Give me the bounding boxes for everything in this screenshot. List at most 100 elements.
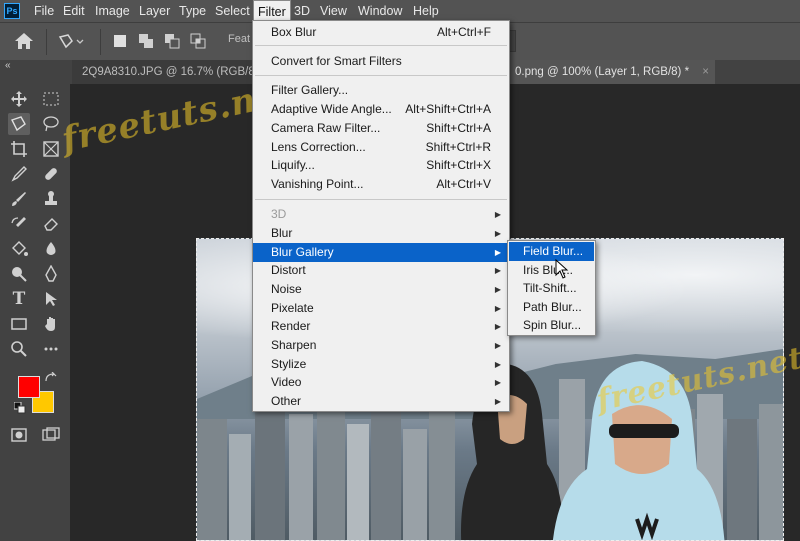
feather-label: Feat: [228, 33, 251, 45]
menu-item-distort[interactable]: Distort ▶: [253, 261, 509, 280]
quick-mask-icon[interactable]: [8, 424, 30, 446]
pen-tool-icon[interactable]: [40, 263, 62, 285]
home-icon[interactable]: [14, 32, 34, 50]
marquee-tool-icon[interactable]: [40, 88, 62, 110]
submenu-arrow-icon: ▶: [494, 397, 501, 406]
subtract-from-selection-icon[interactable]: [164, 33, 180, 49]
menu-separator: [255, 45, 507, 46]
add-to-selection-icon[interactable]: [138, 33, 154, 49]
menu-item-label: Convert for Smart Filters: [271, 54, 402, 68]
menu-item-render[interactable]: Render ▶: [253, 317, 509, 336]
menu-item-box-blur[interactable]: Box Blur Alt+Ctrl+F: [253, 23, 509, 42]
intersect-selection-icon[interactable]: [190, 33, 206, 49]
menu-3d[interactable]: 3D: [294, 0, 310, 22]
menu-item-liquify[interactable]: Liquify... Shift+Ctrl+X: [253, 156, 509, 175]
tab-document-2[interactable]: 0.png @ 100% (Layer 1, RGB/8) * ×: [505, 60, 715, 84]
blur-tool-icon[interactable]: [40, 238, 62, 260]
submenu-arrow-icon: ▶: [494, 229, 501, 238]
filter-menu: Box Blur Alt+Ctrl+F Convert for Smart Fil…: [252, 20, 510, 412]
submenu-item-field-blur[interactable]: Field Blur...: [509, 242, 594, 261]
default-colors-icon[interactable]: [14, 402, 26, 414]
menu-item-lens-correction[interactable]: Lens Correction... Shift+Ctrl+R: [253, 138, 509, 157]
more-tools-icon[interactable]: [40, 338, 62, 360]
menu-help[interactable]: Help: [413, 0, 439, 22]
submenu-arrow-icon: ▶: [494, 304, 501, 313]
submenu-arrow-icon: ▶: [494, 378, 501, 387]
menu-item-stylize[interactable]: Stylize ▶: [253, 355, 509, 374]
menu-item-label: Vanishing Point...: [271, 177, 364, 191]
dodge-tool-icon[interactable]: [8, 263, 30, 285]
submenu-arrow-icon: ▶: [494, 360, 501, 369]
submenu-arrow-icon: ▶: [494, 341, 501, 350]
healing-brush-icon[interactable]: [40, 163, 62, 185]
options-divider: [100, 29, 101, 55]
menu-item-other[interactable]: Other ▶: [253, 392, 509, 411]
history-brush-icon[interactable]: [8, 213, 30, 235]
frame-tool-icon[interactable]: [40, 138, 62, 160]
menu-window[interactable]: Window: [358, 0, 402, 22]
eraser-tool-icon[interactable]: [40, 213, 62, 235]
menu-item-blur-gallery[interactable]: Blur Gallery ▶: [253, 243, 509, 262]
screen-mode-icon[interactable]: [40, 424, 62, 446]
move-tool-icon[interactable]: [8, 88, 30, 110]
menu-bar: Ps File Edit Image Layer Type Select Fil…: [0, 0, 800, 22]
menu-item-camera-raw-filter[interactable]: Camera Raw Filter... Shift+Ctrl+A: [253, 119, 509, 138]
collapse-panel-icon[interactable]: «: [5, 60, 11, 71]
hand-tool-icon[interactable]: [40, 313, 62, 335]
menu-item-shortcut: Alt+Ctrl+V: [436, 177, 491, 191]
quick-selection-icon[interactable]: [8, 113, 30, 135]
submenu-arrow-icon: ▶: [494, 210, 501, 219]
menu-item-label: Filter Gallery...: [271, 83, 349, 97]
menu-layer[interactable]: Layer: [139, 0, 170, 22]
menu-item-shortcut: Alt+Shift+Ctrl+A: [405, 102, 491, 116]
swap-colors-icon[interactable]: [44, 372, 58, 384]
menu-item-sharpen[interactable]: Sharpen ▶: [253, 336, 509, 355]
menu-item-3d: 3D ▶: [253, 205, 509, 224]
menu-item-adaptive-wide-angle[interactable]: Adaptive Wide Angle... Alt+Shift+Ctrl+A: [253, 100, 509, 119]
submenu-item-label: Spin Blur...: [523, 318, 582, 332]
submenu-item-label: Tilt-Shift...: [523, 281, 577, 295]
menu-select[interactable]: Select: [215, 0, 250, 22]
menu-item-convert-smart-filters[interactable]: Convert for Smart Filters: [253, 52, 509, 71]
submenu-arrow-icon: ▶: [494, 322, 501, 331]
submenu-item-iris-blur[interactable]: Iris Blur...: [509, 261, 594, 280]
menu-item-label: Blur: [271, 226, 293, 240]
type-tool-icon[interactable]: T: [8, 288, 30, 310]
crop-tool-icon[interactable]: [8, 138, 30, 160]
submenu-item-path-blur[interactable]: Path Blur...: [509, 298, 594, 317]
close-icon[interactable]: ×: [702, 60, 709, 84]
eyedropper-icon[interactable]: [8, 163, 30, 185]
menu-item-label: Adaptive Wide Angle...: [271, 102, 392, 116]
tab-document-1[interactable]: 2Q9A8310.JPG @ 16.7% (RGB/8): [72, 60, 262, 84]
menu-file[interactable]: File: [34, 0, 54, 22]
rectangle-tool-icon[interactable]: [8, 313, 30, 335]
menu-view[interactable]: View: [320, 0, 347, 22]
menu-item-label: Render: [271, 319, 311, 333]
zoom-tool-icon[interactable]: [8, 338, 30, 360]
menu-item-label: Pixelate: [271, 301, 314, 315]
menu-item-video[interactable]: Video ▶: [253, 373, 509, 392]
menu-item-blur[interactable]: Blur ▶: [253, 224, 509, 243]
brush-tool-icon[interactable]: [8, 188, 30, 210]
paint-bucket-icon[interactable]: [8, 238, 30, 260]
submenu-item-spin-blur[interactable]: Spin Blur...: [509, 316, 594, 335]
submenu-item-tilt-shift[interactable]: Tilt-Shift...: [509, 279, 594, 298]
menu-separator: [255, 199, 507, 200]
menu-image[interactable]: Image: [95, 0, 130, 22]
blur-gallery-submenu: Field Blur... Iris Blur... Tilt-Shift...…: [507, 240, 596, 336]
submenu-arrow-icon: ▶: [494, 266, 501, 275]
menu-type[interactable]: Type: [179, 0, 206, 22]
quick-selection-tool-icon[interactable]: [58, 33, 84, 49]
menu-item-label: Liquify...: [271, 158, 315, 172]
menu-item-label: Blur Gallery: [271, 245, 334, 259]
menu-edit[interactable]: Edit: [63, 0, 85, 22]
menu-item-vanishing-point[interactable]: Vanishing Point... Alt+Ctrl+V: [253, 175, 509, 194]
path-selection-icon[interactable]: [40, 288, 62, 310]
menu-filter[interactable]: Filter: [253, 0, 291, 22]
clone-stamp-icon[interactable]: [40, 188, 62, 210]
menu-item-filter-gallery[interactable]: Filter Gallery...: [253, 81, 509, 100]
menu-item-pixelate[interactable]: Pixelate ▶: [253, 299, 509, 318]
foreground-color-swatch[interactable]: [18, 376, 40, 398]
menu-item-noise[interactable]: Noise ▶: [253, 280, 509, 299]
new-selection-icon[interactable]: [112, 33, 128, 49]
